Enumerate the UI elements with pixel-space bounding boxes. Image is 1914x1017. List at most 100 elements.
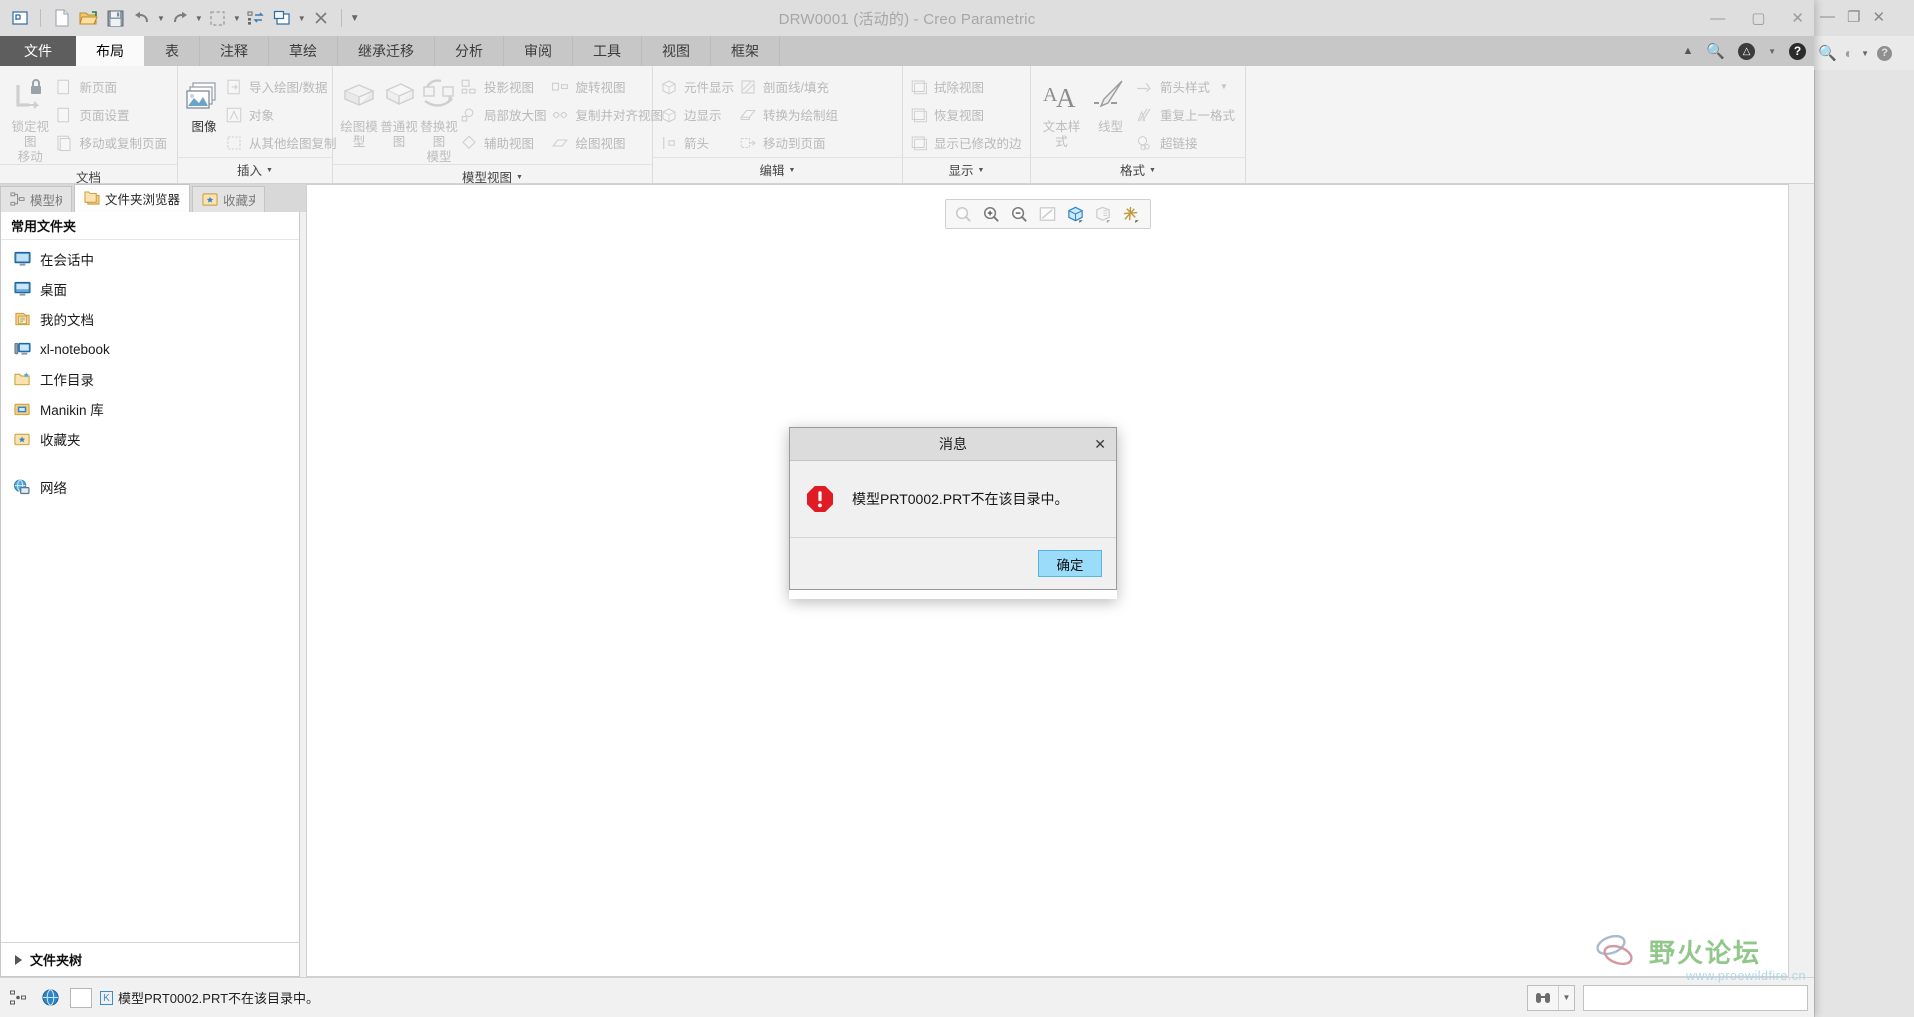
resume-view-button[interactable]: 恢复视图 <box>909 102 1026 127</box>
model-tree-filter-icon[interactable] <box>6 986 30 1010</box>
tab-layout[interactable]: 布局 <box>76 36 145 66</box>
show-modified-edges-button[interactable]: 显示已修改的边 <box>909 130 1026 155</box>
sidebar-item-desktop[interactable]: 桌面 <box>1 274 299 304</box>
component-display-button[interactable]: 元件显示 <box>659 74 738 99</box>
auxiliary-view-button[interactable]: 辅助视图 <box>459 130 551 155</box>
object-button[interactable]: 对象 <box>224 102 341 127</box>
move-to-sheet-button[interactable]: 移动到页面 <box>738 130 842 155</box>
maximize-button[interactable]: ▢ <box>1751 11 1765 26</box>
repaint-icon[interactable] <box>952 202 976 226</box>
dock-tab-label-favorites: 收藏夹 <box>223 194 256 208</box>
import-drawing-data-button[interactable]: 导入绘图/数据 <box>224 74 341 99</box>
sidebar-item-in-session[interactable]: 在会话中 <box>1 244 299 274</box>
help-icon[interactable]: ? <box>1789 42 1806 60</box>
repeat-last-format-button[interactable]: 重复上一格式 <box>1135 102 1239 127</box>
display-style-icon[interactable] <box>1064 202 1088 226</box>
move-copy-page-button[interactable]: 移动或复制页面 <box>54 130 171 155</box>
tab-review[interactable]: 审阅 <box>504 36 573 66</box>
tab-view[interactable]: 视图 <box>642 36 711 66</box>
sidebar-item-manikin-library[interactable]: Manikin 库 <box>1 394 299 424</box>
lock-view-movement-button[interactable]: 锁定视图 移动 <box>6 72 54 164</box>
app-root: — ❐ ✕ 🔍 ◐ ▼ ? ▼ ▼ ▼ ▼ ▼ DRW0001 (活动的) - … <box>0 0 1914 1017</box>
dock-tab-folder-browser[interactable]: 文件夹浏览器 <box>74 184 191 212</box>
line-style-button[interactable]: 线型 <box>1086 72 1135 135</box>
search-icon[interactable]: 🔍 <box>1706 42 1725 60</box>
window-controls[interactable]: — ▢ ✕ <box>1710 0 1804 36</box>
replace-view-model-button[interactable]: 替换视图 模型 <box>419 72 459 164</box>
dialog-ok-button[interactable]: 确定 <box>1038 550 1102 577</box>
find-dropdown-icon[interactable]: ▼ <box>1558 985 1574 1010</box>
refit-icon[interactable] <box>1036 202 1060 226</box>
hatch-fill-button[interactable]: 剖面线/填充 <box>738 74 842 99</box>
search-icon[interactable]: 🔍 <box>1818 44 1837 62</box>
globe-icon[interactable] <box>38 986 62 1010</box>
zoom-in-icon[interactable] <box>980 202 1004 226</box>
empty-box-icon[interactable] <box>70 987 92 1008</box>
sidebar-item-network[interactable]: 网络 <box>1 472 299 502</box>
copy-from-other-drawing-button[interactable]: 从其他绘图复制 <box>224 130 341 155</box>
drawing-model-button[interactable]: 绘图模型 <box>339 72 379 150</box>
ribbon-group-display: 拭除视图 恢复视图 显示已修改的边 显示 ▼ <box>903 66 1031 183</box>
ribbon-group-expand-display[interactable]: ▼ <box>978 158 985 184</box>
tab-table[interactable]: 表 <box>145 36 200 66</box>
image-button[interactable]: 图像 <box>184 72 224 135</box>
saved-orientations-icon[interactable] <box>1092 202 1116 226</box>
sidebar-item-xl-notebook[interactable]: xl-notebook <box>1 334 299 364</box>
dock-tab-model[interactable]: 模型树 <box>0 186 72 212</box>
drawing-view-button[interactable]: 绘图视图 <box>551 130 668 155</box>
ribbon-group-insert: 图像 导入绘图/数据 对象 从其他绘图复制 插入 ▼ <box>178 66 337 184</box>
graduation-cap-icon[interactable]: △ <box>1738 42 1756 60</box>
ribbon-group-expand-insert[interactable]: ▼ <box>266 158 273 184</box>
sidebar-item-favorites[interactable]: 收藏夹 <box>1 424 299 454</box>
new-page-button[interactable]: 新页面 <box>54 74 171 99</box>
folder-tree-toggle[interactable]: 文件夹树 <box>1 942 299 976</box>
arrows-button[interactable]: 箭头 <box>659 130 738 155</box>
ribbon-filler <box>1246 66 1814 183</box>
tab-annotate[interactable]: 注释 <box>200 36 269 66</box>
tab-sketch[interactable]: 草绘 <box>269 36 338 66</box>
dock-tab-favorites[interactable]: 收藏夹 <box>192 186 266 212</box>
copy-align-view-button[interactable]: 复制并对齐视图 <box>551 102 668 127</box>
sidebar-item-my-documents[interactable]: 我的文档 <box>1 304 299 334</box>
find-icon[interactable] <box>1528 986 1558 1010</box>
replace-view-icon <box>423 79 454 107</box>
erase-view-button[interactable]: 拭除视图 <box>909 74 1026 99</box>
convert-to-draft-group-button[interactable]: 转换为绘制组 <box>738 102 842 127</box>
graduation-cap-icon[interactable]: ◐ <box>1845 45 1853 61</box>
datum-display-icon[interactable] <box>1120 202 1144 226</box>
text-style-button[interactable]: A A 文本样式 <box>1037 72 1086 150</box>
tab-file[interactable]: 文件 <box>0 36 76 66</box>
projection-view-button[interactable]: 投影视图 <box>459 74 551 99</box>
bg-minimize-icon[interactable]: — <box>1820 8 1835 26</box>
status-input-field[interactable] <box>1583 984 1808 1011</box>
revolved-view-button[interactable]: 旋转视图 <box>551 74 668 99</box>
chevron-down-icon[interactable]: ▼ <box>1768 47 1776 56</box>
tab-tools[interactable]: 工具 <box>573 36 642 66</box>
arrow-style-button-dropdown-icon[interactable]: ▼ <box>1220 82 1228 91</box>
help-icon[interactable]: ? <box>1877 45 1893 61</box>
chevron-down-icon[interactable]: ▼ <box>1861 49 1869 58</box>
convert-to-draft-group-button-label: 转换为绘制组 <box>763 109 839 123</box>
edge-display-button[interactable]: 边显示 <box>659 102 738 127</box>
dialog-close-button[interactable]: ✕ <box>1094 428 1106 461</box>
sidebar-item-working-directory[interactable]: 工作目录 <box>1 364 299 394</box>
page-setup-button[interactable]: 页面设置 <box>54 102 171 127</box>
bg-restore-icon[interactable]: ❐ <box>1847 8 1860 26</box>
tab-analysis[interactable]: 分析 <box>435 36 504 66</box>
collapse-ribbon-icon[interactable]: ▲ <box>1683 45 1694 57</box>
import-drawing-icon <box>226 79 240 94</box>
arrow-style-button[interactable]: 箭头样式 ▼ <box>1135 74 1239 99</box>
general-view-button[interactable]: 普通视图 <box>379 72 419 150</box>
ribbon-group-expand-edit[interactable]: ▼ <box>789 158 796 184</box>
tab-framework[interactable]: 框架 <box>711 36 780 66</box>
close-button[interactable]: ✕ <box>1791 11 1804 26</box>
detailed-view-button[interactable]: 局部放大图 <box>459 102 551 127</box>
bg-close-icon[interactable]: ✕ <box>1872 8 1885 26</box>
ribbon-group-expand-format[interactable]: ▼ <box>1149 158 1156 184</box>
minimize-button[interactable]: — <box>1710 11 1725 26</box>
background-window-controls[interactable]: — ❐ ✕ <box>1820 8 1885 26</box>
zoom-out-icon[interactable] <box>1008 202 1032 226</box>
projection-view-icon <box>461 79 476 94</box>
hyperlink-button[interactable]: 超链接 <box>1135 130 1239 155</box>
tab-inherit[interactable]: 继承迁移 <box>338 36 435 66</box>
